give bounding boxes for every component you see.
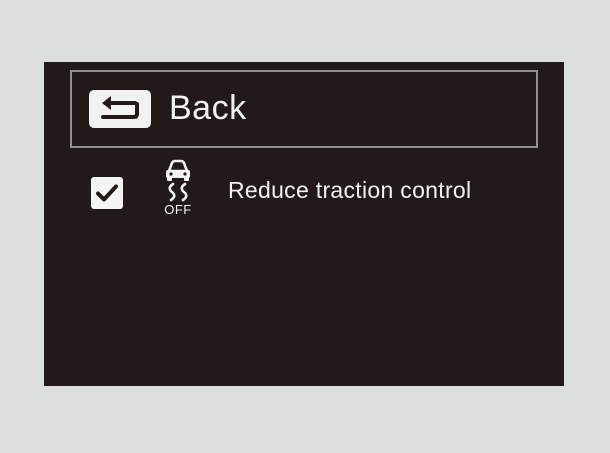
traction-control-off-icon: OFF [157, 159, 199, 221]
reduce-traction-control-label: Reduce traction control [228, 177, 472, 203]
reduce-traction-control-option[interactable]: OFF Reduce traction control [44, 154, 564, 224]
back-button[interactable]: Back [70, 70, 538, 148]
back-label: Back [169, 89, 247, 127]
display-screen: Back OFF Reduce traction control [44, 62, 564, 386]
back-arrow-icon [89, 90, 151, 128]
traction-off-text: OFF [164, 202, 192, 217]
checkmark-icon [96, 184, 118, 202]
reduce-traction-control-checkbox[interactable] [91, 177, 123, 209]
